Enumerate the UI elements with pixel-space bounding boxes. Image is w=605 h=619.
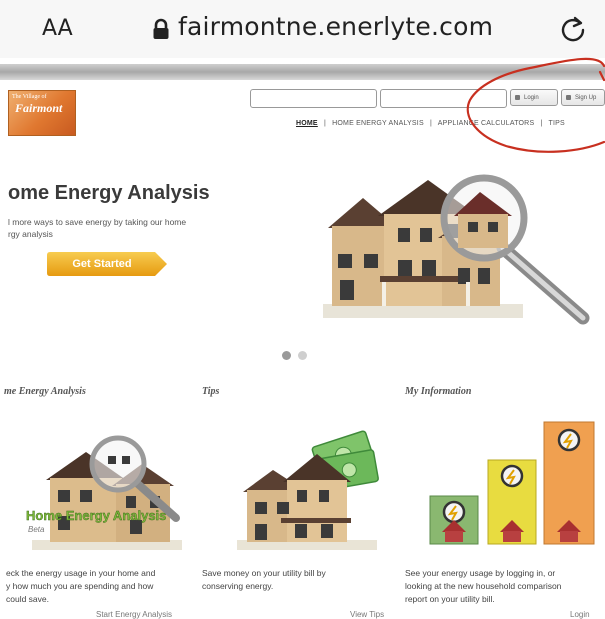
url-field[interactable]: fairmontne.enerlyte.com [178,12,493,41]
column-title-my-information: My Information [405,386,472,397]
carousel-dot[interactable] [298,351,307,360]
desc-line: See your energy usage by logging in, or [405,568,556,578]
carousel-dot-active[interactable] [282,351,291,360]
get-started-button[interactable] [47,252,167,276]
column-title-energy-analysis: me Energy Analysis [4,386,86,397]
desc-line: Save money on your utility bill by [202,568,326,578]
tips-house-money-image [237,430,379,550]
hero-house-magnifier-image [323,174,590,325]
logo-tagline: The Village of [12,94,47,100]
nav-separator: | [540,120,543,127]
desc-line: y how much you are spending and how [6,581,154,591]
energy-analysis-image-caption: Home Energy Analysis [26,508,166,523]
login-label: Login [524,95,539,101]
nav-tips[interactable]: TIPS [549,120,565,127]
column-description: See your energy usage by logging in, or … [405,567,595,606]
username-input[interactable] [250,89,377,108]
nav-separator: | [323,120,326,127]
reload-icon[interactable] [558,14,588,44]
nav-appliance-calculators[interactable]: APPLIANCE CALCULATORS [438,120,535,127]
energy-analysis-image: Home Energy Analysis Beta [26,435,182,550]
column-description: eck the energy usage in your home and y … [6,567,194,606]
main-nav: HOME | HOME ENERGY ANALYSIS | APPLIANCE … [296,120,569,127]
hero-subtitle: rgy analysis [8,229,53,239]
column-title-tips: Tips [202,386,220,397]
lock-icon [566,94,571,100]
signup-label: Sign Up [575,95,597,101]
desc-line: eck the energy usage in your home and [6,568,156,578]
text-size-button[interactable]: AA [42,16,73,41]
desc-line: could save. [6,594,49,604]
column-description: Save money on your utility bill by conse… [202,567,382,593]
desc-line: looking at the new household comparison [405,581,562,591]
beta-tag: Beta [28,525,45,534]
site-logo[interactable]: The Village of Fairmont [8,90,76,136]
password-input[interactable] [380,89,507,108]
desc-line: report on your utility bill. [405,594,495,604]
logo-name: Fairmont [15,101,63,115]
nav-home[interactable]: HOME [296,120,318,127]
scan-edge-band [0,64,605,80]
desc-line: conserving energy. [202,581,274,591]
lock-icon [515,94,520,100]
nav-separator: | [429,120,433,127]
hero-title: ome Energy Analysis [8,182,210,204]
signup-button[interactable]: Sign Up [561,89,605,106]
my-information-bars-image [429,421,595,545]
nav-home-energy-analysis[interactable]: HOME ENERGY ANALYSIS [332,120,424,127]
lock-icon [153,18,169,39]
hero-subtitle: l more ways to save energy by taking our… [8,217,187,227]
login-button[interactable]: Login [510,89,558,106]
